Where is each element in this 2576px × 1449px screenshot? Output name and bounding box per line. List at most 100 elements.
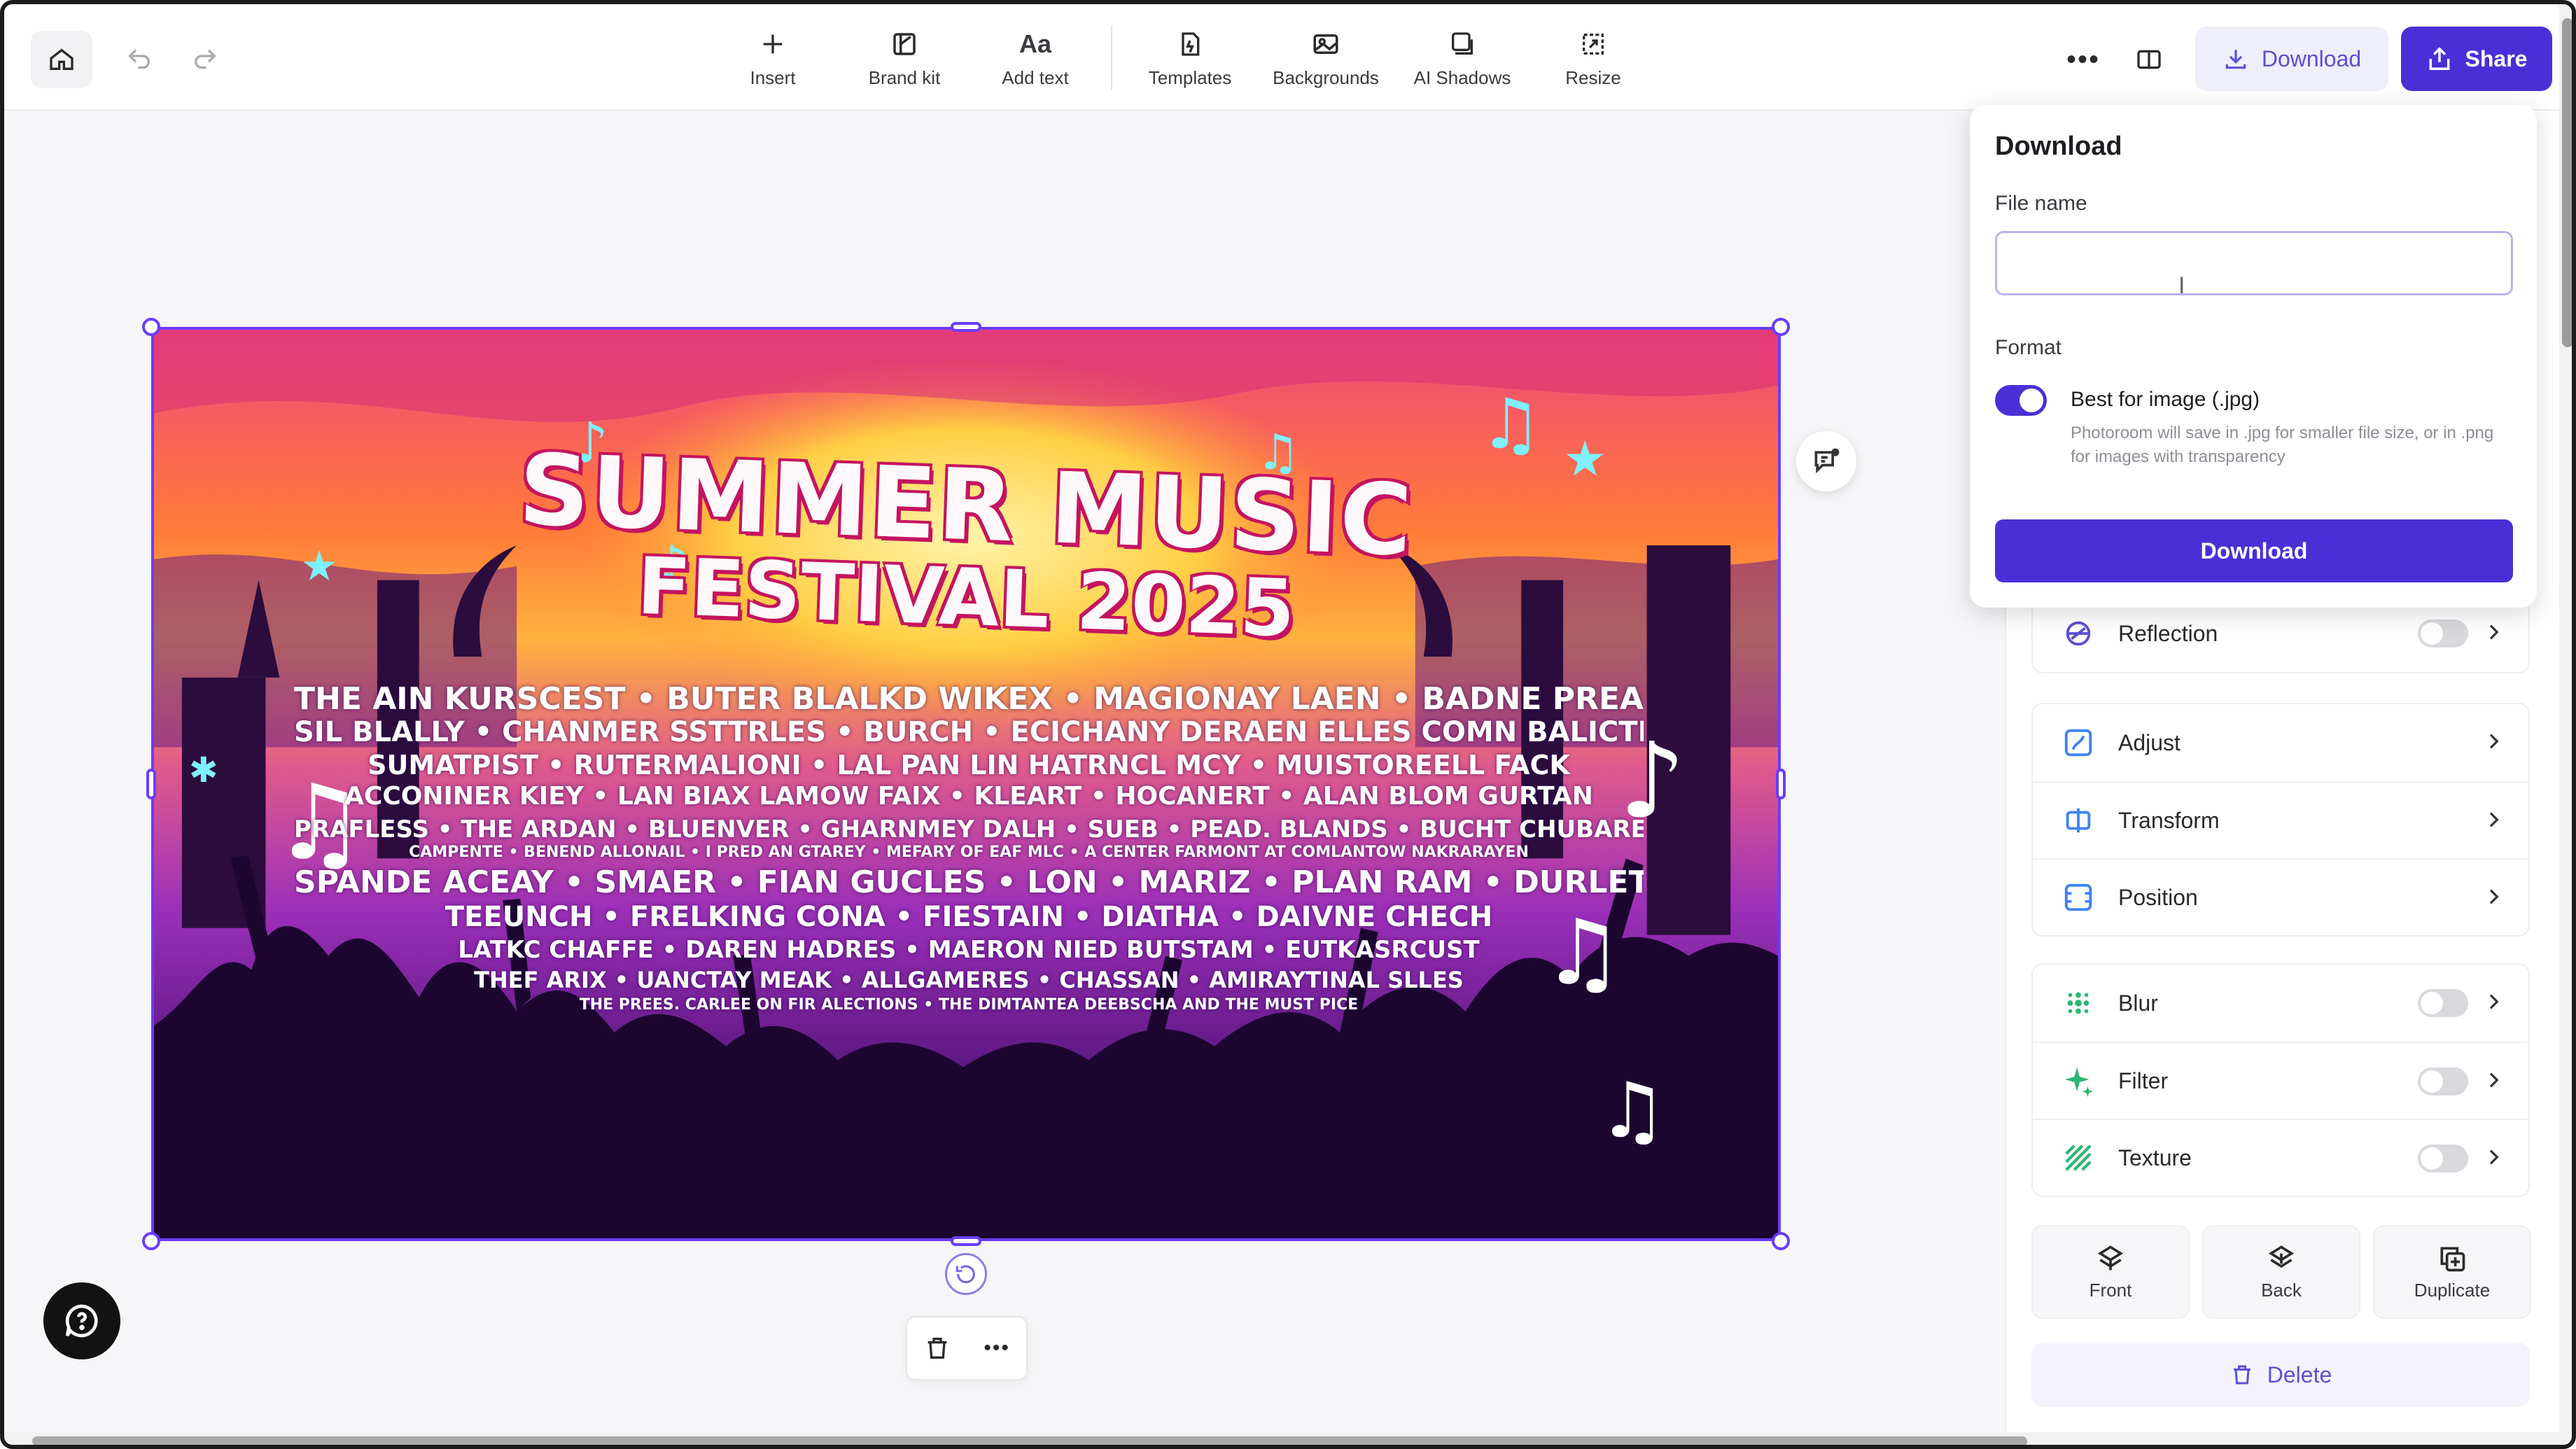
vertical-scrollbar-thumb[interactable] (2562, 18, 2572, 347)
popup-download-button[interactable]: Download (1995, 519, 2513, 582)
effects-group: Blur Filter Texture (2031, 963, 2530, 1197)
top-toolbar: Insert Brand kit Aa Add text Templates B… (4, 4, 2572, 111)
delete-button[interactable]: Delete (2031, 1343, 2530, 1407)
help-chat-icon (65, 1304, 98, 1338)
resize-handle-top-left[interactable] (142, 318, 160, 336)
tool-ai-shadows-label: AI Shadows (1413, 67, 1511, 88)
property-blur-label: Blur (2118, 990, 2158, 1016)
toolbar-divider (1111, 25, 1112, 90)
resize-handle-top-right[interactable] (1772, 318, 1790, 336)
property-adjust[interactable]: Adjust (2033, 704, 2528, 781)
tool-insert-label: Insert (750, 67, 796, 88)
tool-resize[interactable]: Resize (1560, 24, 1627, 94)
horizontal-scrollbar-thumb[interactable] (32, 1436, 2027, 1445)
resize-icon (1583, 34, 1604, 55)
lineup-row: THEF ARIX • UANCTAY MEAK • ALLGAMERES • … (474, 967, 1464, 993)
resize-handle-top[interactable] (951, 322, 981, 332)
home-button[interactable] (31, 31, 92, 88)
svg-text:♫: ♫ (1479, 384, 1541, 465)
transform-icon (2066, 808, 2091, 833)
lineup-row: THE PREES. CARLEE ON FIR ALECTIONS • THE… (579, 996, 1359, 1014)
texture-icon (2065, 1144, 2092, 1171)
format-jpg-toggle[interactable] (1995, 385, 2047, 416)
canvas-area[interactable]: ♫ ♪ ♫ ♫ ♪ ♫ ♫ ★ ★ ✱ ♪ SUMMER MUSIC FESTI… (4, 111, 2005, 1441)
trash-icon (927, 1338, 947, 1359)
text-cursor-icon: I (2178, 272, 2185, 299)
tool-brand-kit-label: Brand kit (868, 67, 941, 88)
floating-toolbar: ••• (906, 1316, 1028, 1380)
share-button-label: Share (2465, 46, 2528, 71)
file-name-input[interactable] (1995, 231, 2513, 295)
tool-templates[interactable]: Templates (1141, 24, 1239, 94)
duplicate-label: Duplicate (2414, 1279, 2491, 1301)
download-button[interactable]: Download (2195, 27, 2388, 91)
send-back-icon (2268, 1245, 2295, 1268)
tool-resize-label: Resize (1565, 67, 1621, 88)
format-label: Format (1995, 336, 2062, 359)
reflection-icon (2066, 621, 2091, 646)
tool-templates-label: Templates (1148, 67, 1232, 88)
redo-button[interactable] (175, 32, 235, 87)
resize-handle-left[interactable] (146, 769, 156, 799)
property-position[interactable]: Position (2033, 858, 2528, 935)
tool-insert[interactable]: Insert (738, 24, 808, 94)
tool-add-text-label: Add text (1002, 67, 1069, 88)
send-to-back-label: Back (2261, 1279, 2302, 1301)
chevron-right-icon (2489, 994, 2499, 1009)
editor-window: Insert Brand kit Aa Add text Templates B… (0, 0, 2576, 1449)
share-icon (2429, 47, 2449, 70)
file-name-label: File name (1995, 192, 2087, 215)
tool-backgrounds[interactable]: Backgrounds (1267, 24, 1385, 94)
comment-button[interactable] (1796, 431, 1856, 491)
plus-icon (763, 34, 783, 54)
bring-to-front-button[interactable]: Front (2031, 1225, 2190, 1319)
tool-ai-shadows[interactable]: AI Shadows (1411, 24, 1513, 94)
duplicate-button[interactable]: Duplicate (2373, 1225, 2531, 1319)
ai-shadows-icon (1452, 32, 1473, 55)
chevron-right-icon (2489, 624, 2499, 640)
resize-handle-bottom[interactable] (951, 1236, 981, 1246)
property-blur[interactable]: Blur (2033, 965, 2528, 1042)
chevron-right-icon (2489, 889, 2499, 904)
tool-add-text[interactable]: Aa Add text (993, 24, 1078, 94)
comment-icon (1814, 448, 1840, 474)
brand-kit-icon (893, 33, 916, 55)
property-filter[interactable]: Filter (2033, 1042, 2528, 1119)
tool-brand-kit[interactable]: Brand kit (860, 24, 949, 94)
toggle-panel-button[interactable] (2121, 32, 2177, 87)
resize-handle-right[interactable] (1776, 769, 1786, 799)
lineup-row: THE AIN KURSCEST • BUTER BLALKD WIKEX • … (294, 681, 1644, 717)
blur-toggle[interactable] (2418, 989, 2468, 1017)
more-options-button[interactable]: ••• (2055, 32, 2111, 87)
delete-element-button[interactable] (923, 1334, 951, 1362)
property-texture[interactable]: Texture (2033, 1119, 2528, 1196)
backgrounds-icon (1313, 34, 1338, 54)
property-transform[interactable]: Transform (2033, 781, 2528, 858)
redo-icon (195, 49, 216, 69)
element-more-button[interactable]: ••• (983, 1336, 1010, 1360)
download-icon (2225, 50, 2246, 69)
duplicate-icon (2440, 1247, 2465, 1271)
position-icon (2064, 883, 2092, 911)
resize-handle-bottom-left[interactable] (142, 1232, 160, 1250)
texture-toggle[interactable] (2418, 1144, 2468, 1172)
adjust-icon (2064, 729, 2092, 757)
chevron-right-icon (2489, 812, 2499, 827)
help-button[interactable] (43, 1282, 120, 1359)
filter-toggle[interactable] (2418, 1068, 2468, 1096)
share-button[interactable]: Share (2401, 27, 2552, 91)
resize-handle-bottom-right[interactable] (1772, 1232, 1790, 1250)
side-panel-icon (2137, 50, 2161, 69)
trash-icon (2233, 1365, 2250, 1385)
property-filter-label: Filter (2118, 1068, 2169, 1093)
delete-button-label: Delete (2267, 1362, 2332, 1387)
lineup-row: SIL BLALLY • CHANMER SSTTRLES • BURCH • … (294, 716, 1644, 748)
download-popup-title: Download (1995, 132, 2122, 161)
send-to-back-button[interactable]: Back (2202, 1225, 2360, 1319)
festival-poster-image[interactable]: ♫ ♪ ♫ ♫ ♪ ♫ ♫ ★ ★ ✱ ♪ SUMMER MUSIC FESTI… (151, 327, 1781, 1241)
undo-button[interactable] (109, 32, 169, 87)
reflection-toggle[interactable] (2418, 620, 2468, 648)
property-reflection-label: Reflection (2118, 620, 2218, 646)
rotate-handle[interactable] (945, 1253, 987, 1295)
undo-icon (128, 49, 150, 69)
